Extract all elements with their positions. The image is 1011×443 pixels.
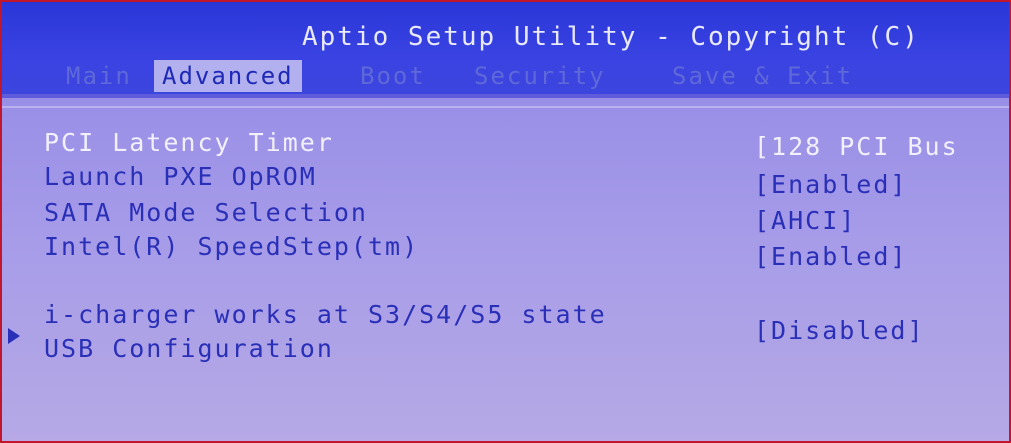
setting-launch-pxe-oprom[interactable]: Launch PXE OpROM	[44, 162, 317, 191]
header-bar: Aptio Setup Utility - Copyright (C) Main…	[2, 2, 1009, 94]
value-pci-latency-timer[interactable]: [128 PCI Bus	[754, 132, 959, 161]
setting-sata-mode-selection[interactable]: SATA Mode Selection	[44, 198, 368, 227]
tab-advanced[interactable]: Advanced	[154, 60, 302, 92]
value-i-charger-state[interactable]: [Disabled]	[754, 316, 925, 345]
submenu-arrow-icon	[8, 328, 20, 344]
value-launch-pxe-oprom[interactable]: [Enabled]	[754, 170, 907, 199]
setting-intel-speedstep[interactable]: Intel(R) SpeedStep(tm)	[44, 232, 419, 261]
tab-save-exit[interactable]: Save & Exit	[664, 60, 861, 92]
tab-security[interactable]: Security	[466, 60, 614, 92]
setting-i-charger-state[interactable]: i-charger works at S3/S4/S5 state	[44, 300, 607, 329]
value-intel-speedstep[interactable]: [Enabled]	[754, 242, 907, 271]
tab-boot[interactable]: Boot	[352, 60, 434, 92]
tab-main[interactable]: Main	[58, 60, 140, 92]
setting-pci-latency-timer[interactable]: PCI Latency Timer	[44, 128, 334, 157]
panel-divider	[2, 106, 1009, 108]
submenu-usb-configuration[interactable]: USB Configuration	[44, 334, 334, 363]
value-sata-mode-selection[interactable]: [AHCI]	[754, 206, 856, 235]
bios-setup-screen: Aptio Setup Utility - Copyright (C) Main…	[0, 0, 1011, 443]
utility-title: Aptio Setup Utility - Copyright (C)	[302, 22, 920, 52]
